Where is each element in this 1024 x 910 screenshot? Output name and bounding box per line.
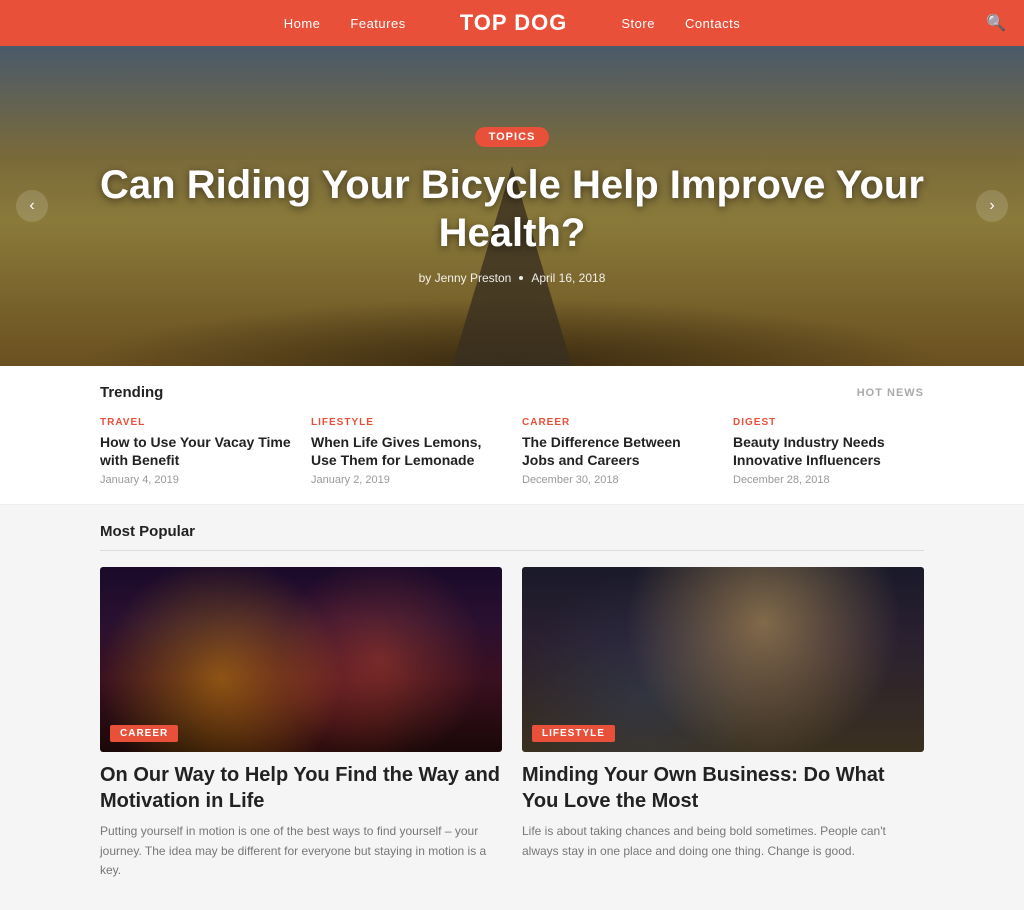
search-icon[interactable]: 🔍 <box>986 13 1006 33</box>
card-image-office[interactable]: LIFESTYLE <box>522 567 924 752</box>
card-title[interactable]: Minding Your Own Business: Do What You L… <box>522 762 924 814</box>
card-badge: CAREER <box>110 725 178 742</box>
trending-grid: TRAVEL How to Use Your Vacay Time with B… <box>100 417 924 486</box>
list-item: LIFESTYLE When Life Gives Lemons, Use Th… <box>311 417 502 486</box>
trending-title[interactable]: When Life Gives Lemons, Use Them for Lem… <box>311 433 502 469</box>
hero-content: TOPICS Can Riding Your Bicycle Help Impr… <box>0 127 1024 285</box>
card-title[interactable]: On Our Way to Help You Find the Way and … <box>100 762 502 814</box>
trending-title[interactable]: The Difference Between Jobs and Careers <box>522 433 713 469</box>
trending-label: Trending <box>100 384 163 401</box>
meta-separator <box>519 276 523 280</box>
hero-badge: TOPICS <box>475 127 550 147</box>
site-logo[interactable]: TOP DOG <box>460 10 568 36</box>
card-excerpt: Putting yourself in motion is one of the… <box>100 822 502 880</box>
trending-category: CAREER <box>522 417 713 428</box>
nav-home[interactable]: Home <box>284 16 321 31</box>
trending-title[interactable]: How to Use Your Vacay Time with Benefit <box>100 433 291 469</box>
trending-date: December 30, 2018 <box>522 474 713 486</box>
card-excerpt: Life is about taking chances and being b… <box>522 822 924 860</box>
nav-contacts[interactable]: Contacts <box>685 16 740 31</box>
nav-features[interactable]: Features <box>350 16 405 31</box>
trending-date: December 28, 2018 <box>733 474 924 486</box>
hero-author: by Jenny Preston <box>419 271 512 285</box>
trending-title[interactable]: Beauty Industry Needs Innovative Influen… <box>733 433 924 469</box>
list-item: CAREER The Difference Between Jobs and C… <box>522 417 713 486</box>
hero-next-button[interactable]: › <box>976 190 1008 222</box>
card-image-city[interactable]: CAREER <box>100 567 502 752</box>
trending-header: Trending HOT NEWS <box>100 384 924 401</box>
trending-date: January 4, 2019 <box>100 474 291 486</box>
hero-title: Can Riding Your Bicycle Help Improve You… <box>60 161 964 257</box>
hero-banner: ‹ TOPICS Can Riding Your Bicycle Help Im… <box>0 46 1024 366</box>
hot-news-label: HOT NEWS <box>857 387 924 399</box>
navbar: Home Features TOP DOG Store Contacts 🔍 <box>0 0 1024 46</box>
main-content: Trending HOT NEWS TRAVEL How to Use Your… <box>0 366 1024 910</box>
popular-label: Most Popular <box>100 523 924 551</box>
trending-category: TRAVEL <box>100 417 291 428</box>
nav-links: Home Features TOP DOG Store Contacts <box>284 10 741 36</box>
hero-prev-button[interactable]: ‹ <box>16 190 48 222</box>
trending-date: January 2, 2019 <box>311 474 502 486</box>
hero-meta: by Jenny Preston April 16, 2018 <box>60 271 964 285</box>
nav-store[interactable]: Store <box>621 16 655 31</box>
table-row: CAREER On Our Way to Help You Find the W… <box>100 567 502 880</box>
hero-date: April 16, 2018 <box>531 271 605 285</box>
popular-grid: CAREER On Our Way to Help You Find the W… <box>100 567 924 880</box>
popular-section: Most Popular CAREER On Our Way to Help Y… <box>0 505 1024 910</box>
trending-section: Trending HOT NEWS TRAVEL How to Use Your… <box>0 366 1024 505</box>
list-item: TRAVEL How to Use Your Vacay Time with B… <box>100 417 291 486</box>
trending-category: LIFESTYLE <box>311 417 502 428</box>
card-badge: LIFESTYLE <box>532 725 615 742</box>
list-item: DIGEST Beauty Industry Needs Innovative … <box>733 417 924 486</box>
table-row: LIFESTYLE Minding Your Own Business: Do … <box>522 567 924 880</box>
trending-category: DIGEST <box>733 417 924 428</box>
